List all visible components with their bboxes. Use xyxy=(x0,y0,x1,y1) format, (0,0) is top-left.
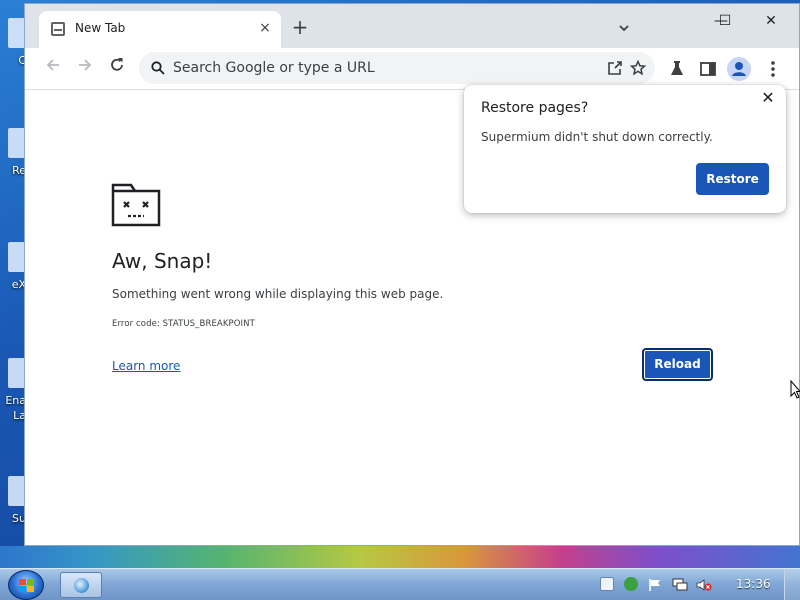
error-description: Something went wrong while displaying th… xyxy=(112,287,444,301)
sad-tab-favicon-icon xyxy=(51,22,65,36)
desktop-icon[interactable]: Ena La xyxy=(2,358,28,422)
desktop-icon-label: Su xyxy=(12,512,26,525)
forward-icon[interactable] xyxy=(71,55,99,83)
sad-tab-icon xyxy=(111,183,161,227)
desktop-icon[interactable]: Re xyxy=(2,128,28,177)
network-icon[interactable] xyxy=(672,577,688,591)
maximize-button[interactable]: ☐ xyxy=(705,9,745,33)
tab-search-icon[interactable] xyxy=(615,19,633,37)
restore-button[interactable]: Restore xyxy=(696,163,769,195)
new-tab-button[interactable]: + xyxy=(289,17,311,39)
error-code: Error code: STATUS_BREAKPOINT xyxy=(112,319,255,329)
show-desktop-button[interactable] xyxy=(784,569,800,600)
omnibox[interactable] xyxy=(139,52,655,84)
desktop-icon[interactable]: eX xyxy=(2,242,28,291)
close-window-button[interactable]: ✕ xyxy=(751,9,791,33)
bubble-title: Restore pages? xyxy=(481,100,589,116)
omnibox-input[interactable] xyxy=(173,57,593,79)
desktop-icon-label: eX xyxy=(11,278,26,291)
close-icon[interactable]: ✕ xyxy=(757,87,779,109)
security-icon[interactable] xyxy=(624,577,638,591)
back-icon[interactable] xyxy=(39,55,67,83)
bookmark-star-icon[interactable] xyxy=(629,59,647,76)
desktop-icon[interactable]: Su xyxy=(2,476,28,525)
error-title: Aw, Snap! xyxy=(112,249,213,273)
desktop-icon-label: Ena xyxy=(5,394,26,407)
taskbar-clock[interactable]: 13:36 xyxy=(736,577,771,591)
restore-pages-bubble: Restore pages? Supermium didn't shut dow… xyxy=(464,85,786,213)
labs-flask-icon[interactable] xyxy=(667,59,687,79)
browser-app-icon xyxy=(74,578,89,593)
volume-muted-icon[interactable] xyxy=(696,577,712,591)
desktop-icon[interactable]: C xyxy=(2,18,28,67)
taskbar-browser-button[interactable] xyxy=(60,572,102,598)
desktop-wallpaper-strip xyxy=(0,546,800,568)
windows-logo-icon xyxy=(19,579,35,593)
notes-icon[interactable] xyxy=(600,577,614,591)
browser-toolbar xyxy=(25,48,799,90)
start-button[interactable] xyxy=(8,570,44,600)
tab-title: New Tab xyxy=(75,21,126,35)
tab-close-icon[interactable]: × xyxy=(255,18,275,38)
tab-new-tab[interactable]: New Tab × xyxy=(39,11,281,48)
flag-icon[interactable] xyxy=(648,577,660,591)
menu-icon[interactable] xyxy=(763,59,783,79)
reload-icon[interactable] xyxy=(103,55,131,83)
taskbar: 13:36 xyxy=(0,568,800,600)
profile-icon[interactable] xyxy=(727,57,751,81)
browser-titlebar: New Tab × + — ☐ ✕ xyxy=(25,4,799,48)
desktop-icon-label: La xyxy=(13,409,26,422)
side-panel-icon[interactable] xyxy=(698,59,718,79)
bubble-message: Supermium didn't shut down correctly. xyxy=(481,130,713,144)
reload-button[interactable]: Reload xyxy=(642,348,713,381)
desktop-icon-label: Re xyxy=(12,164,26,177)
mouse-cursor-icon xyxy=(790,379,800,400)
desktop-icon-label: C xyxy=(18,54,26,67)
learn-more-link[interactable]: Learn more xyxy=(112,359,180,373)
search-icon xyxy=(150,60,166,76)
share-icon[interactable] xyxy=(607,60,623,76)
